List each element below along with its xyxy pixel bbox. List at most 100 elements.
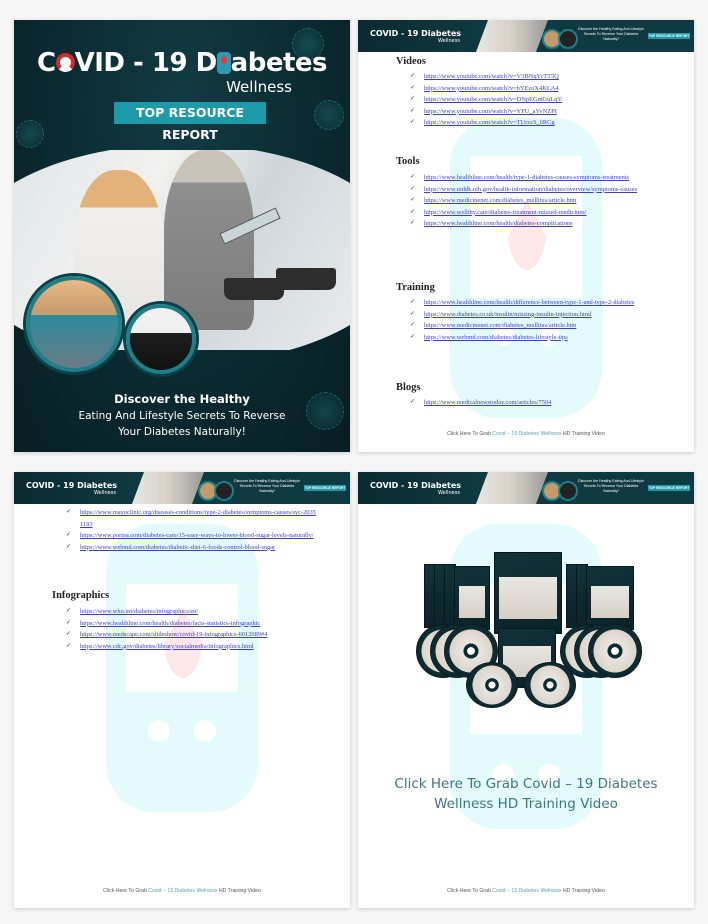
section-heading: Infographics: [52, 590, 110, 601]
list-item: https://www.medicinenet.com/diabetes_mel…: [410, 195, 660, 207]
list-item: https://www.niddk.nih.gov/health-informa…: [410, 184, 660, 196]
page-2-content: Videos https://www.youtube.com/watch?v=V3…: [358, 20, 694, 452]
resource-link[interactable]: https://www.medicinenet.com/diabetes_mel…: [424, 322, 576, 329]
list-item: https://www.who.int/diabetes/infographic…: [66, 606, 316, 618]
resource-link[interactable]: https://www.webmd.com/diabetes/diabetes-…: [424, 334, 568, 341]
list-item: https://www.portea.com/diabetes-care/15-…: [66, 530, 316, 542]
resource-link[interactable]: https://www.niddk.nih.gov/health-informa…: [424, 186, 637, 193]
resource-link[interactable]: https://www.portea.com/diabetes-care/15-…: [80, 532, 314, 539]
resource-link[interactable]: https://www.healthline.com/health/diabet…: [80, 620, 260, 627]
list-item: https://www.healthline.com/health/diabet…: [66, 618, 316, 630]
cover-page: C VID - 19 D abetes Wellness TOP RESOURCE …: [14, 20, 350, 452]
cta-line: Click Here To Grab Covid – 19 Diabetes: [394, 776, 658, 792]
list-item: https://www.medicalnewstoday.com/article…: [410, 397, 660, 409]
footer-prefix: Click Here To Grab: [103, 888, 149, 894]
box-cover: [459, 585, 485, 618]
footer-highlight: Covid – 19 Diabetes Wellness: [492, 888, 562, 894]
list-item: https://www.youtube.com/watch?v=YFU_aYvN…: [410, 106, 660, 118]
link-list: https://www.healthline.com/health/type-1…: [410, 172, 660, 230]
resource-link[interactable]: https://www.wellthy.care/diabetes-treatm…: [424, 209, 586, 216]
footer-suffix: HD Training Video: [561, 431, 605, 437]
resource-link[interactable]: https://www.healthline.com/health/type-1…: [424, 174, 629, 181]
header-banner: COVID - 19 Diabetes Wellness Discover th…: [358, 472, 694, 504]
pot-image: [276, 268, 336, 290]
resource-link[interactable]: https://www.youtube.com/watch?v=YFU_aYvN…: [424, 108, 557, 115]
resource-link[interactable]: https://www.who.int/diabetes/infographic…: [80, 608, 198, 615]
section-heading: Videos: [396, 56, 426, 67]
list-item: https://www.healthline.com/health/differ…: [410, 297, 660, 309]
resource-link[interactable]: https://www.youtube.com/watch?v=bYEzoX4K…: [424, 85, 559, 92]
link-list: https://www.medicalnewstoday.com/article…: [410, 397, 660, 409]
banner-photo: [476, 472, 548, 504]
resource-link[interactable]: https://www.healthline.com/health/diabet…: [424, 220, 573, 227]
box-cover: [499, 577, 557, 619]
list-item: https://www.medicinenet.com/diabetes_mel…: [410, 320, 660, 332]
list-item: https://www.diabetes.co.uk/insulin/missi…: [410, 309, 660, 321]
resource-page-4: COVID - 19 Diabetes Wellness Discover th…: [358, 472, 694, 908]
resource-link[interactable]: https://www.mayoclinic.org/diseases-cond…: [80, 509, 316, 528]
cta-link[interactable]: Click Here To Grab Covid – 19 Diabetes W…: [358, 774, 694, 814]
resource-link[interactable]: https://www.diabetes.co.uk/insulin/missi…: [424, 311, 592, 318]
link-list: https://www.who.int/diabetes/infographic…: [66, 606, 316, 652]
banner-badge: TOP RESOURCE REPORT: [648, 485, 690, 491]
list-item: https://www.youtube.com/watch?v=TUrzzS_6…: [410, 117, 660, 129]
cta-line: Wellness HD Training Video: [434, 796, 618, 812]
list-item: https://www.cdc.gov/diabetes/library/soc…: [66, 641, 316, 653]
cover-tagline-body: Eating And Lifestyle Secrets To Reverse …: [14, 408, 350, 440]
section-heading: Blogs: [396, 382, 421, 393]
footer-highlight: Covid – 19 Diabetes Wellness: [148, 888, 218, 894]
list-item: https://www.youtube.com/watch?v=DNpEGmGu…: [410, 94, 660, 106]
joggers-photo: [26, 276, 122, 372]
resource-page-3: COVID - 19 Diabetes Wellness Discover th…: [14, 472, 350, 908]
resource-link[interactable]: https://www.medicinenet.com/diabetes_mel…: [424, 197, 576, 204]
footer-link[interactable]: Click Here To Grab Covid – 19 Diabetes W…: [358, 888, 694, 894]
cover-badge: TOP RESOURCE REPORT: [114, 102, 266, 142]
banner-logo: COVID - 19 Diabetes: [370, 481, 462, 490]
list-item: https://www.youtube.com/watch?v=bYEzoX4K…: [410, 83, 660, 95]
list-item: https://www.webmd.com/diabetes/diabetic-…: [66, 542, 316, 554]
list-item: https://www.youtube.com/watch?v=V3BNqYrT…: [410, 71, 660, 83]
resource-page-2: COVID - 19 Diabetes Wellness Discover th…: [358, 20, 694, 452]
man-figure: [164, 150, 254, 330]
product-box-main: [494, 552, 562, 634]
cover-title-part: VID - 19 D: [74, 48, 218, 78]
page-3-content: https://www.mayoclinic.org/diseases-cond…: [14, 472, 350, 908]
resource-link[interactable]: https://www.youtube.com/watch?v=TUrzzS_6…: [424, 119, 555, 126]
cover-tagline-headline: Discover the Healthy: [114, 392, 250, 406]
link-list: https://www.youtube.com/watch?v=V3BNqYrT…: [410, 71, 660, 129]
list-item: https://www.webmd.com/diabetes/diabetes-…: [410, 332, 660, 344]
resource-link[interactable]: https://www.webmd.com/diabetes/diabetic-…: [80, 544, 275, 551]
virus-decoration: [16, 120, 44, 148]
resource-link[interactable]: https://www.youtube.com/watch?v=V3BNqYrT…: [424, 73, 559, 80]
product-box: [586, 566, 634, 630]
banner-tagline: Discover the Healthy Eating And Lifestyl…: [578, 479, 644, 493]
section-heading: Training: [396, 282, 435, 293]
footer-link[interactable]: Click Here To Grab Covid – 19 Diabetes W…: [14, 888, 350, 894]
dvd-disc: [588, 624, 642, 678]
list-item: https://www.healthline.com/health/diabet…: [410, 218, 660, 230]
link-list: https://www.healthline.com/health/differ…: [410, 297, 660, 343]
glucose-meter-icon: [216, 52, 231, 74]
list-item: https://www.mayoclinic.org/diseases-cond…: [66, 507, 316, 530]
resource-link[interactable]: https://www.cdc.gov/diabetes/library/soc…: [80, 643, 254, 650]
virus-decoration: [314, 100, 344, 130]
dvd-disc: [524, 662, 576, 708]
cover-title-part: C: [36, 48, 56, 78]
mask-icon: [55, 53, 75, 72]
banner-logo-sub: Wellness: [438, 490, 460, 496]
footer-link[interactable]: Click Here To Grab Covid – 19 Diabetes W…: [358, 431, 694, 437]
list-item: https://www.wellthy.care/diabetes-treatm…: [410, 207, 660, 219]
cover-tagline-line: Your Diabetes Naturally!: [118, 426, 246, 438]
pot-image: [224, 278, 284, 300]
footer-suffix: HD Training Video: [217, 888, 261, 894]
resource-link[interactable]: https://www.youtube.com/watch?v=DNpEGmGu…: [424, 96, 562, 103]
resource-link[interactable]: https://www.medicalnewstoday.com/article…: [424, 399, 551, 406]
footer-prefix: Click Here To Grab: [447, 431, 493, 437]
cover-subtitle: Wellness: [226, 78, 292, 96]
product-bundle-image[interactable]: [414, 550, 642, 708]
resource-link[interactable]: https://www.healthline.com/health/differ…: [424, 299, 634, 306]
resource-link[interactable]: https://www.medscape.com/slideshow/covid…: [80, 631, 267, 638]
footer-highlight: Covid – 19 Diabetes Wellness: [492, 431, 562, 437]
cover-title: C VID - 19 D abetes: [14, 48, 350, 78]
footer-prefix: Click Here To Grab: [447, 888, 493, 894]
